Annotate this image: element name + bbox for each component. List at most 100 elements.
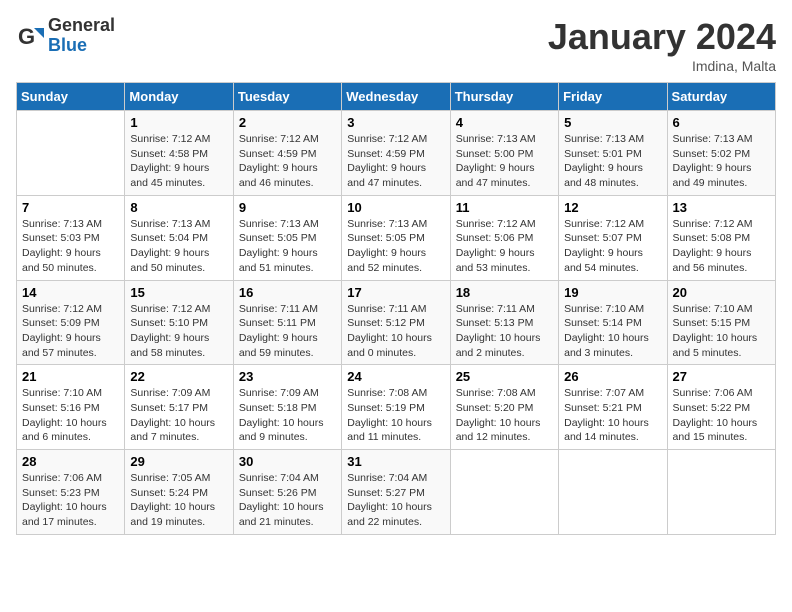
day-number: 31	[347, 454, 444, 469]
calendar-cell: 29 Sunrise: 7:05 AM Sunset: 5:24 PM Dayli…	[125, 450, 233, 535]
svg-text:G: G	[18, 24, 35, 49]
day-number: 24	[347, 369, 444, 384]
day-info: Sunrise: 7:13 AM Sunset: 5:01 PM Dayligh…	[564, 132, 661, 191]
day-info: Sunrise: 7:04 AM Sunset: 5:27 PM Dayligh…	[347, 471, 444, 530]
calendar-cell: 22Sunrise: 7:09 AM Sunset: 5:17 PM Dayli…	[125, 365, 233, 450]
day-number: 12	[564, 200, 661, 215]
day-info: Sunrise: 7:06 AM Sunset: 5:22 PM Dayligh…	[673, 386, 770, 445]
day-number: 26	[564, 369, 661, 384]
weekday-header-tuesday: Tuesday	[233, 83, 341, 111]
location-subtitle: Imdina, Malta	[548, 58, 776, 74]
day-number: 9	[239, 200, 336, 215]
day-number: 19	[564, 285, 661, 300]
day-number: 29	[130, 454, 227, 469]
calendar-cell	[559, 450, 667, 535]
day-number: 16	[239, 285, 336, 300]
day-info: Sunrise: 7:13 AM Sunset: 5:02 PM Dayligh…	[673, 132, 770, 191]
logo-text: GeneralBlue	[48, 16, 115, 56]
day-info: Sunrise: 7:11 AM Sunset: 5:13 PM Dayligh…	[456, 302, 553, 361]
calendar-cell: 14Sunrise: 7:12 AM Sunset: 5:09 PM Dayli…	[17, 280, 125, 365]
calendar-cell: 4Sunrise: 7:13 AM Sunset: 5:00 PM Daylig…	[450, 111, 558, 196]
calendar-cell: 21 Sunrise: 7:10 AM Sunset: 5:16 PM Dayli…	[17, 365, 125, 450]
day-info: Sunrise: 7:11 AM Sunset: 5:11 PM Dayligh…	[239, 302, 336, 361]
day-info: Sunrise: 7:09 AM Sunset: 5:18 PM Dayligh…	[239, 386, 336, 445]
page-header: G GeneralBlue January 2024 Imdina, Malta	[16, 16, 776, 74]
calendar-table: SundayMondayTuesdayWednesdayThursdayFrid…	[16, 82, 776, 535]
calendar-cell: 2Sunrise: 7:12 AM Sunset: 4:59 PM Daylig…	[233, 111, 341, 196]
calendar-cell: 24 Sunrise: 7:08 AM Sunset: 5:19 PM Dayli…	[342, 365, 450, 450]
day-number: 1	[130, 115, 227, 130]
calendar-cell: 19 Sunrise: 7:10 AM Sunset: 5:14 PM Dayli…	[559, 280, 667, 365]
day-number: 21	[22, 369, 119, 384]
weekday-header-friday: Friday	[559, 83, 667, 111]
day-info: Sunrise: 7:12 AM Sunset: 4:58 PM Dayligh…	[130, 132, 227, 191]
calendar-cell: 8 Sunrise: 7:13 AM Sunset: 5:04 PM Daylig…	[125, 195, 233, 280]
calendar-cell	[450, 450, 558, 535]
day-info: Sunrise: 7:10 AM Sunset: 5:15 PM Dayligh…	[673, 302, 770, 361]
day-number: 28	[22, 454, 119, 469]
calendar-week-2: 7 Sunrise: 7:13 AM Sunset: 5:03 PM Daylig…	[17, 195, 776, 280]
weekday-header-wednesday: Wednesday	[342, 83, 450, 111]
calendar-cell: 25Sunrise: 7:08 AM Sunset: 5:20 PM Dayli…	[450, 365, 558, 450]
day-number: 8	[130, 200, 227, 215]
logo-icon: G	[16, 22, 44, 50]
day-info: Sunrise: 7:04 AM Sunset: 5:26 PM Dayligh…	[239, 471, 336, 530]
day-info: Sunrise: 7:05 AM Sunset: 5:24 PM Dayligh…	[130, 471, 227, 530]
calendar-cell: 13Sunrise: 7:12 AM Sunset: 5:08 PM Dayli…	[667, 195, 775, 280]
day-info: Sunrise: 7:12 AM Sunset: 5:06 PM Dayligh…	[456, 217, 553, 276]
calendar-cell: 12Sunrise: 7:12 AM Sunset: 5:07 PM Dayli…	[559, 195, 667, 280]
day-number: 4	[456, 115, 553, 130]
day-info: Sunrise: 7:13 AM Sunset: 5:05 PM Dayligh…	[347, 217, 444, 276]
calendar-week-3: 14Sunrise: 7:12 AM Sunset: 5:09 PM Dayli…	[17, 280, 776, 365]
calendar-cell	[667, 450, 775, 535]
day-info: Sunrise: 7:12 AM Sunset: 5:09 PM Dayligh…	[22, 302, 119, 361]
calendar-cell: 20 Sunrise: 7:10 AM Sunset: 5:15 PM Dayli…	[667, 280, 775, 365]
day-info: Sunrise: 7:12 AM Sunset: 4:59 PM Dayligh…	[347, 132, 444, 191]
day-number: 5	[564, 115, 661, 130]
day-number: 27	[673, 369, 770, 384]
day-number: 3	[347, 115, 444, 130]
calendar-cell: 26Sunrise: 7:07 AM Sunset: 5:21 PM Dayli…	[559, 365, 667, 450]
day-info: Sunrise: 7:10 AM Sunset: 5:14 PM Dayligh…	[564, 302, 661, 361]
day-number: 6	[673, 115, 770, 130]
calendar-cell: 16 Sunrise: 7:11 AM Sunset: 5:11 PM Dayli…	[233, 280, 341, 365]
calendar-cell: 1 Sunrise: 7:12 AM Sunset: 4:58 PM Daylig…	[125, 111, 233, 196]
day-info: Sunrise: 7:12 AM Sunset: 5:08 PM Dayligh…	[673, 217, 770, 276]
day-number: 7	[22, 200, 119, 215]
calendar-cell: 11 Sunrise: 7:12 AM Sunset: 5:06 PM Dayli…	[450, 195, 558, 280]
day-number: 10	[347, 200, 444, 215]
calendar-cell: 31 Sunrise: 7:04 AM Sunset: 5:27 PM Dayli…	[342, 450, 450, 535]
day-info: Sunrise: 7:12 AM Sunset: 4:59 PM Dayligh…	[239, 132, 336, 191]
day-info: Sunrise: 7:13 AM Sunset: 5:04 PM Dayligh…	[130, 217, 227, 276]
weekday-row: SundayMondayTuesdayWednesdayThursdayFrid…	[17, 83, 776, 111]
day-info: Sunrise: 7:09 AM Sunset: 5:17 PM Dayligh…	[130, 386, 227, 445]
calendar-cell: 10 Sunrise: 7:13 AM Sunset: 5:05 PM Dayli…	[342, 195, 450, 280]
calendar-cell: 7 Sunrise: 7:13 AM Sunset: 5:03 PM Daylig…	[17, 195, 125, 280]
calendar-cell: 15 Sunrise: 7:12 AM Sunset: 5:10 PM Dayli…	[125, 280, 233, 365]
weekday-header-monday: Monday	[125, 83, 233, 111]
day-info: Sunrise: 7:11 AM Sunset: 5:12 PM Dayligh…	[347, 302, 444, 361]
calendar-cell: 30Sunrise: 7:04 AM Sunset: 5:26 PM Dayli…	[233, 450, 341, 535]
calendar-week-1: 1 Sunrise: 7:12 AM Sunset: 4:58 PM Daylig…	[17, 111, 776, 196]
weekday-header-saturday: Saturday	[667, 83, 775, 111]
logo: G GeneralBlue	[16, 16, 115, 56]
day-number: 20	[673, 285, 770, 300]
day-number: 15	[130, 285, 227, 300]
calendar-header: SundayMondayTuesdayWednesdayThursdayFrid…	[17, 83, 776, 111]
day-info: Sunrise: 7:06 AM Sunset: 5:23 PM Dayligh…	[22, 471, 119, 530]
day-info: Sunrise: 7:13 AM Sunset: 5:03 PM Dayligh…	[22, 217, 119, 276]
day-info: Sunrise: 7:08 AM Sunset: 5:19 PM Dayligh…	[347, 386, 444, 445]
day-number: 23	[239, 369, 336, 384]
weekday-header-thursday: Thursday	[450, 83, 558, 111]
day-number: 25	[456, 369, 553, 384]
day-info: Sunrise: 7:12 AM Sunset: 5:10 PM Dayligh…	[130, 302, 227, 361]
calendar-cell: 6 Sunrise: 7:13 AM Sunset: 5:02 PM Daylig…	[667, 111, 775, 196]
calendar-cell: 5 Sunrise: 7:13 AM Sunset: 5:01 PM Daylig…	[559, 111, 667, 196]
title-block: January 2024 Imdina, Malta	[548, 16, 776, 74]
calendar-body: 1 Sunrise: 7:12 AM Sunset: 4:58 PM Daylig…	[17, 111, 776, 535]
calendar-cell: 27 Sunrise: 7:06 AM Sunset: 5:22 PM Dayli…	[667, 365, 775, 450]
day-info: Sunrise: 7:10 AM Sunset: 5:16 PM Dayligh…	[22, 386, 119, 445]
calendar-cell: 17Sunrise: 7:11 AM Sunset: 5:12 PM Dayli…	[342, 280, 450, 365]
day-number: 11	[456, 200, 553, 215]
calendar-cell: 23 Sunrise: 7:09 AM Sunset: 5:18 PM Dayli…	[233, 365, 341, 450]
